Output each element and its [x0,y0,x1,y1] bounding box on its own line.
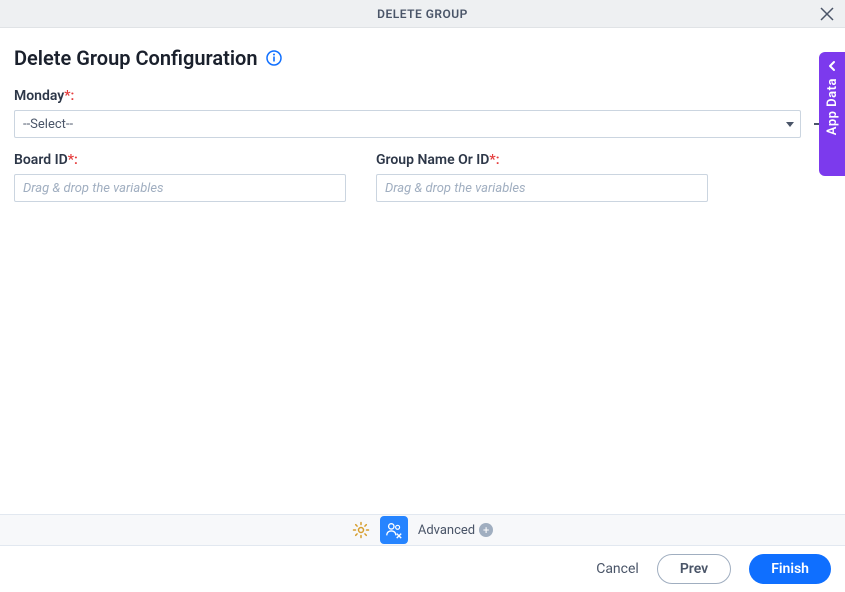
close-icon[interactable] [819,6,835,22]
chevron-down-icon [786,122,794,127]
gear-icon [352,521,370,539]
page-title-row: Delete Group Configuration [14,46,831,70]
board-id-input[interactable] [14,174,346,202]
x-icon [820,7,834,21]
group-name-group: Group Name Or ID*: [376,152,708,202]
monday-field-row: Monday*: --Select-- [14,88,831,138]
toolbar: Advanced + [0,514,845,546]
chevron-left-icon [826,60,838,72]
content-area: Delete Group Configuration Monday*: --Se… [0,28,845,202]
monday-field-group: Monday*: --Select-- [14,88,801,138]
monday-select[interactable]: --Select-- [14,110,801,138]
monday-label: Monday*: [14,88,801,104]
board-id-group: Board ID*: [14,152,346,202]
required-indicator: *: [64,88,74,104]
finish-button[interactable]: Finish [749,554,831,584]
info-icon[interactable] [266,50,282,66]
advanced-label: Advanced [418,523,475,538]
required-indicator: *: [68,152,78,168]
board-id-label: Board ID*: [14,152,346,168]
required-indicator: *: [489,152,499,168]
dialog-header: DELETE GROUP [0,0,845,28]
page-title: Delete Group Configuration [14,46,258,70]
footer: Cancel Prev Finish [0,546,845,592]
advanced-link[interactable]: Advanced + [418,523,493,538]
app-data-label: App Data [825,78,840,135]
dialog-title: DELETE GROUP [377,7,468,21]
app-data-tab[interactable]: App Data [819,52,845,176]
prev-button[interactable]: Prev [657,554,731,584]
monday-select-value: --Select-- [23,117,73,132]
group-name-input[interactable] [376,174,708,202]
group-name-label: Group Name Or ID*: [376,152,708,168]
plus-circle-icon: + [479,523,493,537]
two-column-row: Board ID*: Group Name Or ID*: [14,152,831,202]
people-button[interactable] [380,516,408,544]
cancel-button[interactable]: Cancel [596,561,639,577]
people-icon [385,521,403,539]
settings-button[interactable] [352,521,370,539]
